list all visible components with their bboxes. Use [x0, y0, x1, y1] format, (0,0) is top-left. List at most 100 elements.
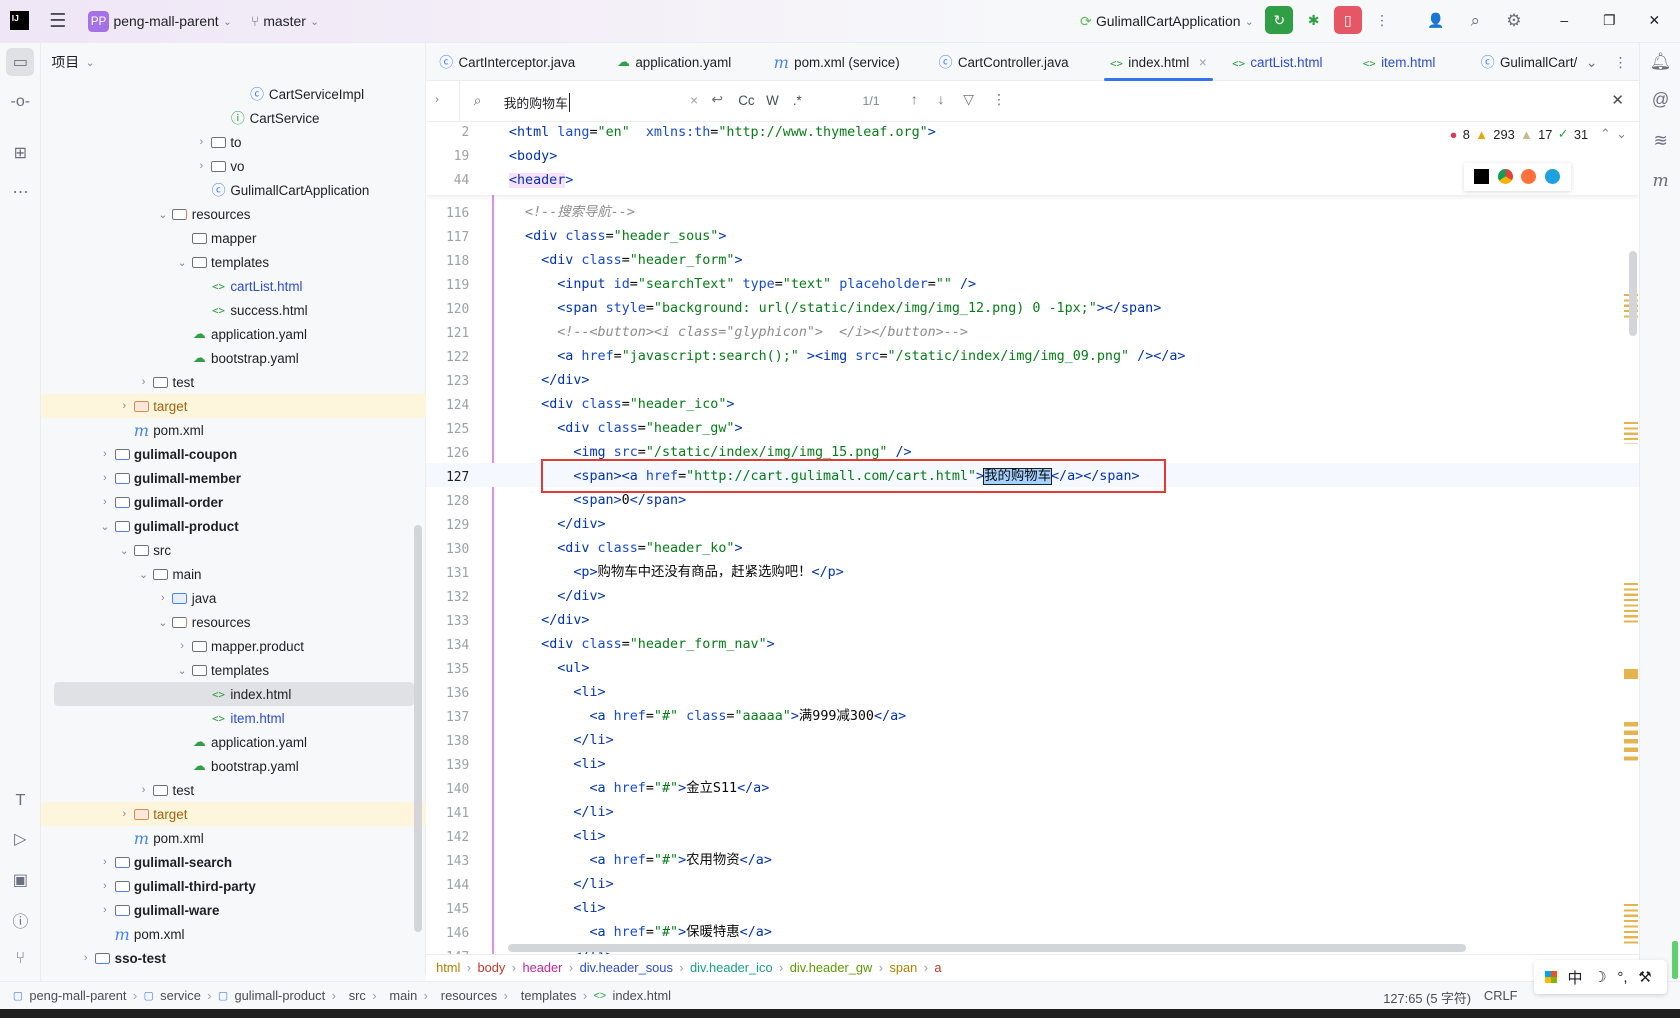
expand-replace-icon[interactable]: › — [435, 93, 439, 106]
tree-item[interactable]: › gulimall-third-party — [41, 874, 427, 898]
code-line[interactable]: <a href="#">农用物资</a> — [509, 849, 771, 873]
code-line[interactable]: <div class="header_gw"> — [509, 417, 742, 441]
next-highlight-icon[interactable]: ⌄ — [1616, 126, 1627, 142]
chevron-right-icon[interactable]: › — [99, 904, 112, 916]
code-line[interactable]: <li> — [509, 753, 605, 777]
code-line[interactable]: </li> — [509, 873, 613, 897]
code-line[interactable]: </div> — [509, 585, 605, 609]
rerun-button[interactable]: ↻ — [1265, 6, 1294, 35]
search-input[interactable]: 我的购物车 — [504, 93, 570, 113]
tree-item[interactable]: ☁ bootstrap.yaml — [41, 754, 427, 778]
code-line[interactable]: <a href="#">金立S11</a> — [509, 777, 769, 801]
breadcrumb-item[interactable]: div.header_ico — [690, 960, 773, 975]
tree-item[interactable]: m pom.xml — [41, 418, 427, 442]
ime-mode[interactable]: 中 — [1567, 967, 1582, 988]
status-path-item[interactable]: gulimall-product — [235, 988, 326, 1003]
chevron-right-icon[interactable]: › — [99, 496, 112, 508]
chevron-down-icon[interactable]: ⌄ — [176, 664, 189, 677]
debug-button[interactable]: ✱ — [1300, 6, 1328, 34]
edge-icon[interactable] — [1544, 169, 1560, 185]
chevron-right-icon[interactable]: › — [195, 136, 208, 148]
chrome-icon[interactable] — [1497, 169, 1513, 185]
sticky-line[interactable]: <header> — [508, 169, 573, 193]
run-config-selector[interactable]: ⟳ GulimallCartApplication ⌄ — [1080, 10, 1254, 34]
tabs-more-icon[interactable]: ⋮ — [1614, 54, 1628, 71]
tab-application-yaml[interactable]: ☁ application.yaml — [617, 43, 731, 82]
restore-icon[interactable]: ❐ — [1595, 6, 1623, 34]
tree-item[interactable]: › to — [41, 130, 427, 154]
database-icon[interactable]: ≋ — [1647, 126, 1675, 154]
tree-item[interactable]: › sso-test — [41, 946, 427, 970]
branch-switcher[interactable]: ⑂ master ⌄ — [251, 10, 319, 34]
regex-toggle[interactable]: .* — [793, 93, 802, 108]
notifications-bell-icon[interactable]: 🔔︎ — [1647, 47, 1675, 75]
code-line[interactable]: <a href="#">保暖特惠</a> — [509, 921, 771, 945]
chevron-down-icon[interactable]: ⌄ — [156, 616, 169, 629]
chevron-right-icon[interactable]: › — [195, 160, 208, 172]
code-line[interactable]: <a href="javascript:search();" ><img src… — [509, 345, 1185, 369]
search-icon[interactable]: ⌕ — [1461, 6, 1489, 34]
add-user-icon[interactable]: 👤 — [1422, 6, 1450, 34]
chevron-down-icon[interactable]: ⌄ — [137, 568, 150, 581]
breadcrumb-item[interactable]: header — [522, 960, 562, 975]
ime-settings-icon[interactable]: ⚒ — [1638, 968, 1651, 986]
code-line[interactable]: <div class="header_sous"> — [509, 225, 726, 249]
chevron-right-icon[interactable]: › — [137, 376, 150, 388]
project-panel-header[interactable]: 项目 ⌄ — [51, 52, 94, 72]
maven-icon[interactable]: m — [1647, 167, 1675, 195]
multiline-icon[interactable]: ↩ — [711, 91, 723, 108]
previous-match-arrow-up-icon[interactable]: ↑ — [911, 91, 918, 107]
whole-words-toggle[interactable]: W — [766, 93, 779, 108]
tree-item[interactable]: ⌄ templates — [41, 250, 427, 274]
tree-item[interactable]: mapper — [41, 226, 427, 250]
breadcrumb-item[interactable]: a — [934, 960, 941, 975]
chevron-down-icon[interactable]: ⌄ — [176, 256, 189, 269]
status-path-item[interactable]: index.html — [613, 988, 672, 1003]
tree-item[interactable]: <> index.html — [53, 682, 414, 707]
code-line[interactable]: <li> — [509, 825, 605, 849]
tab-pom-xml-service[interactable]: m pom.xml (service) — [774, 43, 900, 82]
status-path-item[interactable]: src — [349, 988, 366, 1003]
breadcrumb-item[interactable]: html — [436, 960, 460, 975]
sticky-line[interactable]: <body> — [509, 145, 557, 169]
tab-cartcontroller-java[interactable]: ⓒ CartController.java — [939, 43, 1069, 82]
tree-item[interactable]: <> item.html — [41, 706, 427, 730]
stop-button[interactable]: ▯ — [1333, 6, 1362, 35]
inspection-widget[interactable]: ● 8 ▲ 293 ▲ 17 ✓ 31 ⌃ ⌄ — [1450, 126, 1627, 142]
breadcrumb-item[interactable]: div.header_sous — [580, 960, 673, 975]
chevron-right-icon[interactable]: › — [176, 640, 189, 652]
project-scrollbar[interactable] — [413, 524, 423, 933]
editor-scrollbar[interactable] — [1628, 250, 1638, 337]
main-menu-icon[interactable]: ☰ — [49, 10, 66, 34]
tree-item[interactable]: ⓒ GulimallCartApplication — [41, 178, 427, 202]
search-history-icon[interactable]: ⌕ — [474, 92, 482, 109]
code-line[interactable]: <span>0</span> — [509, 489, 686, 513]
minimize-icon[interactable]: – — [1550, 6, 1578, 34]
code-line[interactable]: <span style="background: url(/static/ind… — [509, 297, 1161, 321]
find-more-icon[interactable]: ⋮ — [992, 91, 1006, 108]
firefox-icon[interactable] — [1521, 169, 1537, 185]
tab-gulimallcart[interactable]: ⓒ GulimallCart/ — [1481, 43, 1578, 82]
code-line[interactable]: </div> — [509, 513, 605, 537]
chevron-right-icon[interactable]: › — [79, 952, 92, 964]
tree-item[interactable]: ⌄ resources — [41, 202, 427, 226]
chevron-right-icon[interactable]: › — [99, 856, 112, 868]
breadcrumb-item[interactable]: div.header_gw — [790, 960, 873, 975]
tree-item[interactable]: › gulimall-member — [41, 466, 427, 490]
ai-assistant-icon[interactable]: @ — [1647, 86, 1675, 114]
tree-item[interactable]: › mapper.product — [41, 634, 427, 658]
code-line[interactable]: <li> — [509, 681, 605, 705]
code-line[interactable]: </div> — [509, 369, 589, 393]
chevron-down-icon[interactable]: ⌄ — [118, 544, 131, 557]
tab-cartlist-html[interactable]: <> cartList.html — [1232, 43, 1322, 82]
punctuation-icon[interactable]: °, — [1617, 969, 1627, 986]
tree-item[interactable]: m pom.xml — [41, 922, 427, 946]
breadcrumb-item[interactable]: span — [889, 960, 917, 975]
ime-toolbar[interactable]: 中 ☽ °, ⚒ — [1534, 960, 1668, 995]
line-ending[interactable]: CRLF — [1484, 988, 1518, 1003]
code-line[interactable]: <li> — [509, 897, 605, 921]
tree-item[interactable]: › vo — [41, 154, 427, 178]
code-line[interactable]: <!--<button><i class="glyphicon"> </i></… — [509, 321, 968, 345]
close-tab-icon[interactable]: × — [1199, 55, 1207, 70]
tab-cartinterceptor-java[interactable]: ⓒ CartInterceptor.java — [439, 43, 575, 82]
